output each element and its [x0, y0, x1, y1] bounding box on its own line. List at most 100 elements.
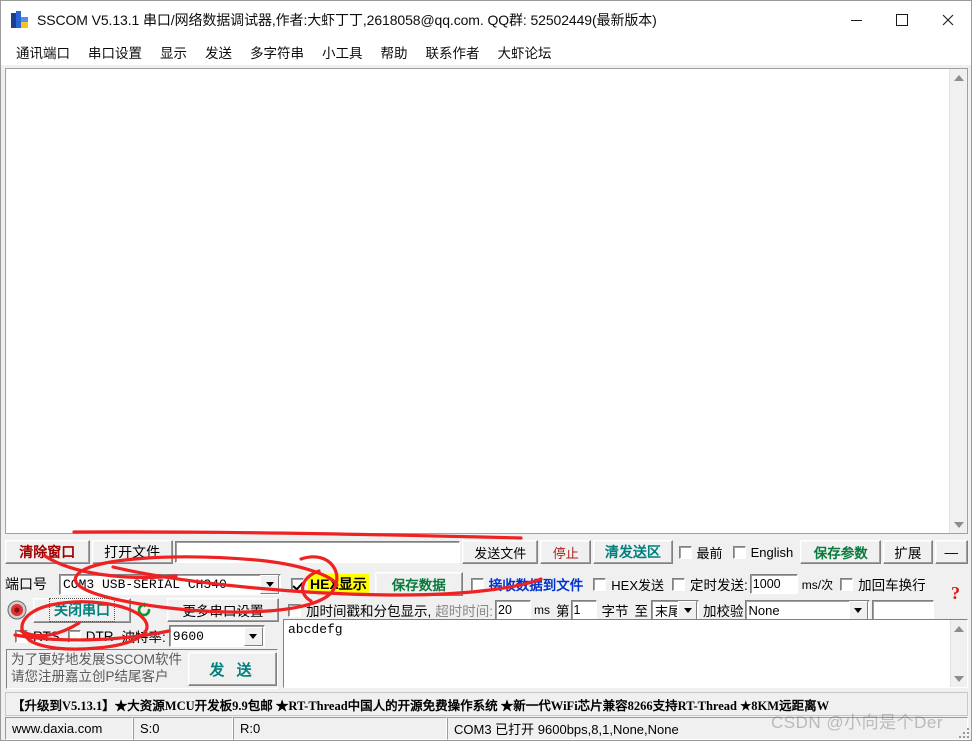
menu-item-forum[interactable]: 大虾论坛 [489, 39, 561, 65]
toolbar-row: 清除窗口 打开文件 发送文件 停止 清发送区 最前 English 保存参数 扩… [5, 540, 968, 564]
chevron-down-icon[interactable] [243, 626, 263, 646]
timestamp-group[interactable]: 加时间戳和分包显示, [288, 600, 431, 620]
menu-item-contact[interactable]: 联系作者 [417, 39, 489, 65]
byte-from-input[interactable]: 1 [570, 600, 597, 620]
receive-area[interactable] [5, 68, 968, 534]
hex-send-checkbox[interactable] [593, 577, 607, 591]
status-received-count: R:0 [233, 717, 447, 740]
csdn-watermark: CSDN @小向是个Der [771, 713, 944, 732]
extend-button[interactable]: 扩展 [883, 540, 933, 564]
hex-display-label: HEX显示 [308, 574, 369, 594]
recv-to-file-label: 接收数据到文件 [488, 578, 584, 593]
timed-send-input[interactable]: 1000 [749, 574, 798, 594]
menu-item-send[interactable]: 发送 [196, 39, 241, 65]
rts-group[interactable]: RTS [15, 629, 60, 644]
sscom-window: SSCOM V5.13.1 串口/网络数据调试器,作者:大虾丁丁,2618058… [0, 0, 972, 741]
promo-text: 为了更好地发展SSCOM软件 请您注册嘉立创P结尾客户 [7, 652, 184, 686]
hex-send-label: HEX发送 [611, 577, 665, 593]
to-label: 至 [634, 604, 649, 619]
english-label: English [750, 544, 794, 560]
crlf-label: 加回车换行 [858, 578, 926, 593]
byte-to-select[interactable]: 末尾 [651, 599, 700, 621]
receive-text[interactable] [6, 69, 949, 533]
chevron-down-icon[interactable] [260, 574, 279, 594]
status-website[interactable]: www.daxia.com [5, 717, 133, 740]
save-data-button[interactable]: 保存数据 [374, 572, 463, 596]
byte-from-label: 第 [556, 604, 570, 619]
file-path-input[interactable] [174, 541, 461, 563]
baud-value: 9600 [172, 628, 204, 644]
promo-line-2: 请您注册嘉立创P结尾客户 [11, 669, 169, 684]
english-checkbox[interactable] [732, 545, 746, 559]
question-mark-icon[interactable]: ? [951, 583, 960, 604]
menu-item-comm-port[interactable]: 通讯端口 [7, 39, 79, 65]
more-port-settings-button[interactable]: 更多串口设置 [167, 598, 279, 622]
send-area[interactable]: abcdefg [283, 619, 968, 688]
refresh-arrow-icon[interactable] [131, 601, 157, 619]
byte-label: 字节 [601, 604, 629, 619]
timeout-input[interactable]: 20 [495, 600, 532, 620]
status-sent-count: S:0 [133, 717, 233, 740]
dtr-label: DTR [85, 628, 114, 644]
menu-item-tools[interactable]: 小工具 [313, 39, 372, 65]
recv-to-file-checkbox[interactable] [470, 577, 484, 591]
rts-label: RTS [33, 628, 60, 644]
timed-send-group[interactable]: 定时发送: [672, 574, 748, 594]
triangle-down-icon[interactable] [950, 516, 967, 533]
open-file-button[interactable]: 打开文件 [91, 540, 173, 564]
promo-line-1: 为了更好地发展SSCOM软件 [11, 652, 183, 668]
rts-checkbox[interactable] [15, 629, 28, 643]
close-port-button[interactable]: 关闭串口 [33, 597, 131, 623]
send-scrollbar[interactable] [950, 620, 967, 687]
save-params-button[interactable]: 保存参数 [800, 540, 882, 564]
timed-send-label: 定时发送: [690, 578, 748, 593]
crlf-group[interactable]: 加回车换行 [840, 574, 926, 594]
send-file-button[interactable]: 发送文件 [462, 540, 539, 564]
menu-item-multi-string[interactable]: 多字符串 [241, 39, 313, 65]
window-title: SSCOM V5.13.1 串口/网络数据调试器,作者:大虾丁丁,2618058… [37, 12, 657, 28]
port-select[interactable]: COM3 USB-SERIAL CH340 [59, 573, 281, 595]
chevron-down-icon[interactable] [678, 600, 698, 620]
status-led-icon [5, 600, 29, 620]
menu-item-display[interactable]: 显示 [151, 39, 196, 65]
resize-grip-icon[interactable] [955, 724, 969, 738]
receive-scrollbar[interactable] [949, 69, 967, 533]
timed-send-checkbox[interactable] [672, 577, 686, 591]
baud-select[interactable]: 9600 [168, 625, 265, 647]
stop-button[interactable]: 停止 [540, 540, 592, 564]
triangle-up-icon[interactable] [950, 69, 967, 86]
dtr-group[interactable]: DTR [67, 628, 114, 644]
send-button[interactable]: 发 送 [188, 652, 277, 686]
maximize-button[interactable] [879, 1, 925, 39]
triangle-up-icon[interactable] [951, 620, 968, 637]
clear-window-button[interactable]: 清除窗口 [5, 540, 90, 564]
port-row: 端口号 COM3 USB-SERIAL CH340 HEX显示 保存数据 接收数… [5, 572, 968, 596]
menu-bar: 通讯端口 串口设置 显示 发送 多字符串 小工具 帮助 联系作者 大虾论坛 [1, 39, 971, 65]
hex-display-checkbox[interactable] [291, 577, 304, 591]
topmost-checkbox[interactable] [678, 545, 692, 559]
timestamp-checkbox[interactable] [288, 603, 301, 617]
minimize-button[interactable] [833, 1, 879, 39]
clear-send-area-button[interactable]: 清发送区 [593, 540, 673, 564]
chevron-down-icon[interactable] [848, 600, 868, 620]
timeout-label: 超时时间: [435, 604, 494, 619]
extra-input[interactable] [871, 599, 934, 621]
byte-to-value: 末尾 [655, 603, 677, 619]
recv-to-file-group[interactable]: 接收数据到文件 [470, 574, 584, 594]
send-text[interactable]: abcdefg [284, 620, 950, 687]
menu-item-port-settings[interactable]: 串口设置 [79, 39, 151, 65]
checksum-select[interactable]: None [744, 599, 870, 621]
close-button[interactable] [925, 1, 971, 39]
dtr-checkbox[interactable] [67, 629, 81, 643]
timeout-unit-label: ms [534, 603, 551, 617]
hex-send-group[interactable]: HEX发送 [593, 575, 664, 594]
hex-display-group[interactable]: HEX显示 [291, 574, 369, 594]
collapse-button[interactable]: — [934, 540, 968, 564]
sscom-app-icon [11, 11, 29, 29]
crlf-checkbox[interactable] [840, 577, 854, 591]
english-checkbox-group[interactable]: English [732, 544, 794, 560]
triangle-down-icon[interactable] [951, 670, 968, 687]
menu-item-help[interactable]: 帮助 [372, 39, 417, 65]
checksum-value: None [748, 602, 780, 618]
topmost-checkbox-group[interactable]: 最前 [678, 543, 723, 562]
